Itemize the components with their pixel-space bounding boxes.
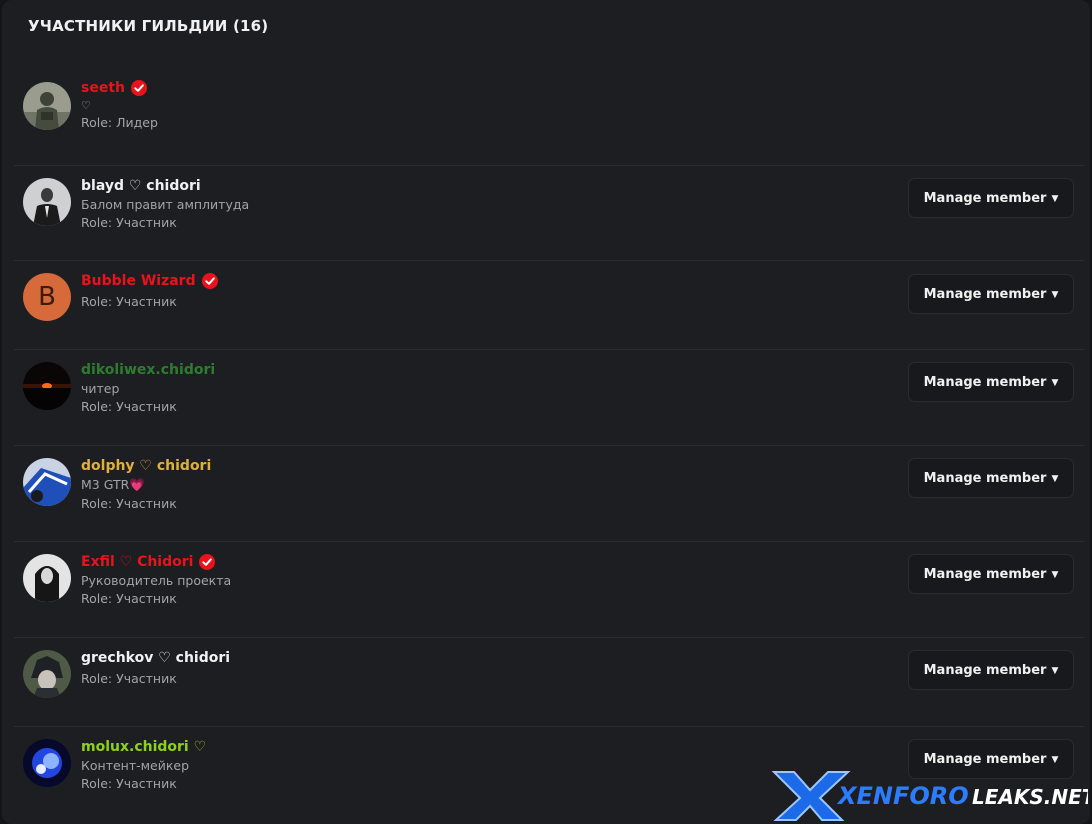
member-info: Exfil ♡ Chidori Руководитель проекта Rol… bbox=[81, 554, 231, 606]
member-row-exfil: Exfil ♡ Chidori Руководитель проекта Rol… bbox=[14, 542, 1084, 638]
manage-member-label: Manage member bbox=[923, 751, 1047, 767]
member-row-bubble-wizard: B Bubble Wizard Role: Участник Manage me… bbox=[14, 261, 1084, 350]
member-name[interactable]: Exfil ♡ Chidori bbox=[81, 554, 193, 570]
watermark-brand-right: LEAKS.NET bbox=[972, 785, 1088, 809]
member-role: Role: Лидер bbox=[81, 115, 158, 130]
manage-member-button[interactable]: Manage member ▼ bbox=[908, 178, 1074, 218]
member-row-grechkov: grechkov ♡ chidori Role: Участник Manage… bbox=[14, 638, 1084, 727]
avatar-blue-image bbox=[23, 739, 71, 787]
verified-badge-icon bbox=[130, 80, 147, 96]
avatar[interactable] bbox=[23, 82, 71, 130]
manage-member-button[interactable]: Manage member ▼ bbox=[908, 554, 1074, 594]
avatar-letter: B bbox=[38, 282, 56, 312]
member-status: Руководитель проекта bbox=[81, 573, 232, 588]
member-status: M3 GTR💗 bbox=[81, 477, 145, 492]
watermark-brand-left: XENFORO bbox=[836, 782, 969, 810]
xenforoleaks-watermark-logo: XENFORO LEAKS.NET bbox=[771, 771, 1088, 821]
member-row-dolphy: dolphy ♡ chidori M3 GTR💗 Role: Участник … bbox=[14, 446, 1084, 542]
manage-member-button[interactable]: Manage member ▼ bbox=[908, 458, 1074, 498]
member-status: Балом правит амплитуда bbox=[81, 197, 250, 212]
manage-member-label: Manage member bbox=[923, 190, 1047, 206]
manage-member-label: Manage member bbox=[923, 374, 1047, 390]
manage-member-button[interactable]: Manage member ▼ bbox=[908, 650, 1074, 690]
member-role: Role: Участник bbox=[81, 776, 177, 791]
avatar[interactable] bbox=[23, 739, 71, 787]
manage-member-button[interactable]: Manage member ▼ bbox=[908, 362, 1074, 402]
member-info: grechkov ♡ chidori Role: Участник bbox=[81, 650, 230, 686]
manage-member-label: Manage member bbox=[923, 662, 1047, 678]
member-info: seeth ♡ Role: Лидер bbox=[81, 80, 158, 130]
member-role: Role: Участник bbox=[81, 294, 177, 309]
avatar-sunset-image bbox=[23, 362, 71, 410]
chevron-down-icon: ▼ bbox=[1051, 194, 1059, 204]
manage-member-label: Manage member bbox=[923, 286, 1047, 302]
member-role: Role: Участник bbox=[81, 399, 177, 414]
member-status: ♡ bbox=[81, 99, 91, 112]
member-name[interactable]: dolphy ♡ chidori bbox=[81, 458, 211, 474]
manage-member-button[interactable]: Manage member ▼ bbox=[908, 274, 1074, 314]
member-info: Bubble Wizard Role: Участник bbox=[81, 273, 218, 309]
avatar-soldier-image bbox=[23, 82, 71, 130]
member-role: Role: Участник bbox=[81, 496, 177, 511]
member-row-blayd: blayd ♡ chidori Балом правит амплитуда R… bbox=[14, 166, 1084, 261]
member-name[interactable]: seeth bbox=[81, 80, 125, 96]
member-info: dolphy ♡ chidori M3 GTR💗 Role: Участник bbox=[81, 458, 211, 511]
avatar[interactable] bbox=[23, 458, 71, 506]
chevron-down-icon: ▼ bbox=[1051, 570, 1059, 580]
member-role: Role: Участник bbox=[81, 671, 177, 686]
member-name[interactable]: molux.chidori ♡ bbox=[81, 739, 206, 755]
avatar[interactable] bbox=[23, 554, 71, 602]
avatar[interactable] bbox=[23, 178, 71, 226]
guild-members-panel: УЧАСТНИКИ ГИЛЬДИИ (16) seeth ♡ Role: Лид… bbox=[2, 0, 1090, 824]
member-role: Role: Участник bbox=[81, 591, 177, 606]
chevron-down-icon: ▼ bbox=[1051, 378, 1059, 388]
member-name[interactable]: Bubble Wizard bbox=[81, 273, 196, 289]
member-info: dikoliwex.chidori читер Role: Участник bbox=[81, 362, 215, 414]
avatar-car-image bbox=[23, 458, 71, 506]
avatar[interactable] bbox=[23, 362, 71, 410]
chevron-down-icon: ▼ bbox=[1051, 666, 1059, 676]
chevron-down-icon: ▼ bbox=[1051, 755, 1059, 765]
manage-member-label: Manage member bbox=[923, 470, 1047, 486]
member-name[interactable]: dikoliwex.chidori bbox=[81, 362, 215, 378]
member-info: blayd ♡ chidori Балом правит амплитуда R… bbox=[81, 178, 249, 230]
member-name[interactable]: blayd ♡ chidori bbox=[81, 178, 201, 194]
member-role: Role: Участник bbox=[81, 215, 177, 230]
avatar-woman-image bbox=[23, 554, 71, 602]
member-status: читер bbox=[81, 381, 120, 396]
member-row-seeth: seeth ♡ Role: Лидер bbox=[14, 64, 1084, 166]
avatar-anime-image bbox=[23, 650, 71, 698]
manage-member-label: Manage member bbox=[923, 566, 1047, 582]
member-row-dikoliwex: dikoliwex.chidori читер Role: Участник M… bbox=[14, 350, 1084, 446]
chevron-down-icon: ▼ bbox=[1051, 474, 1059, 484]
member-name[interactable]: grechkov ♡ chidori bbox=[81, 650, 230, 666]
chevron-down-icon: ▼ bbox=[1051, 290, 1059, 300]
member-info: molux.chidori ♡ Контент-мейкер Role: Уча… bbox=[81, 739, 206, 791]
panel-title: УЧАСТНИКИ ГИЛЬДИИ (16) bbox=[28, 17, 269, 35]
avatar[interactable]: B bbox=[23, 273, 71, 321]
verified-badge-icon bbox=[199, 554, 216, 570]
member-status: Контент-мейкер bbox=[81, 758, 190, 773]
verified-badge-icon bbox=[201, 273, 218, 289]
avatar-suit-image bbox=[23, 178, 71, 226]
avatar[interactable] bbox=[23, 650, 71, 698]
